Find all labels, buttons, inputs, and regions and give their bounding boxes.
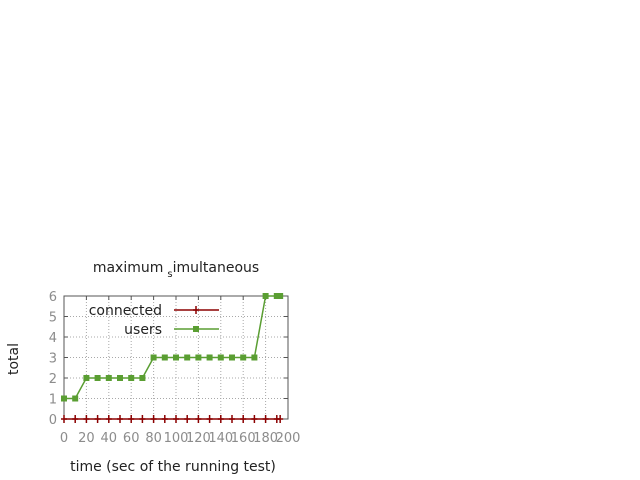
data-point-connected <box>229 415 235 423</box>
data-point-connected <box>173 415 179 423</box>
x-tick-label: 180 <box>253 431 278 446</box>
data-point-connected <box>217 415 224 423</box>
x-tick-label: 120 <box>186 431 211 446</box>
y-tick-label: 2 <box>49 372 57 387</box>
y-tick-label: 5 <box>49 311 57 326</box>
data-point-users <box>150 354 157 361</box>
y-tick-label: 1 <box>49 393 57 408</box>
data-point-connected <box>83 415 90 423</box>
data-point-users <box>117 375 123 381</box>
data-point-users <box>206 354 213 361</box>
data-point-connected <box>240 415 247 423</box>
legend-label-connected: connected <box>89 303 162 319</box>
data-point-connected <box>161 415 168 423</box>
x-tick-label: 20 <box>78 431 95 446</box>
data-point-users <box>240 354 247 361</box>
x-tick-label: 80 <box>145 431 162 446</box>
data-point-connected <box>150 415 157 423</box>
y-tick-label: 0 <box>49 413 57 428</box>
data-point-connected <box>277 415 284 423</box>
data-point-connected <box>117 415 123 423</box>
data-point-connected <box>139 415 146 423</box>
data-point-users <box>105 375 112 381</box>
x-tick-label: 160 <box>231 431 256 446</box>
y-axis-label: total <box>6 343 22 375</box>
data-point-users <box>262 293 269 299</box>
data-point-connected <box>61 415 67 423</box>
data-point-connected <box>105 415 112 423</box>
data-point-users <box>128 375 135 381</box>
x-tick-label: 200 <box>276 431 301 446</box>
data-point-users <box>72 395 79 402</box>
data-point-connected <box>72 415 79 423</box>
y-tick-label: 3 <box>49 352 57 367</box>
x-axis-label: time (sec of the running test) <box>70 459 276 475</box>
data-point-connected <box>184 415 191 423</box>
data-point-connected <box>195 415 202 423</box>
data-point-users <box>277 293 284 299</box>
x-tick-label: 40 <box>101 431 118 446</box>
y-tick-label: 6 <box>49 290 57 305</box>
chart: maximum simultaneous total time (sec of t… <box>6 260 301 475</box>
data-point-users <box>195 354 202 361</box>
y-tick-label: 4 <box>49 331 57 346</box>
data-point-users <box>229 354 235 361</box>
x-tick-label: 60 <box>123 431 140 446</box>
data-point-users <box>139 375 146 381</box>
data-point-connected <box>262 415 269 423</box>
data-point-users <box>251 354 258 361</box>
data-point-users <box>184 354 191 361</box>
legend-marker-users <box>193 326 199 332</box>
legend-label-users: users <box>124 322 162 338</box>
data-point-users <box>83 375 90 381</box>
data-point-connected <box>94 415 101 423</box>
x-tick-label: 140 <box>208 431 233 446</box>
data-point-users <box>173 354 179 361</box>
data-point-users <box>217 354 224 361</box>
data-point-users <box>61 395 67 402</box>
data-point-users <box>94 375 101 381</box>
data-point-connected <box>251 415 258 423</box>
data-point-users <box>161 354 168 361</box>
chart-title: maximum simultaneous <box>93 260 259 280</box>
x-tick-label: 0 <box>60 431 68 446</box>
legend-marker-connected <box>193 306 199 314</box>
data-point-connected <box>206 415 213 423</box>
data-point-connected <box>128 415 135 423</box>
x-tick-label: 100 <box>164 431 189 446</box>
